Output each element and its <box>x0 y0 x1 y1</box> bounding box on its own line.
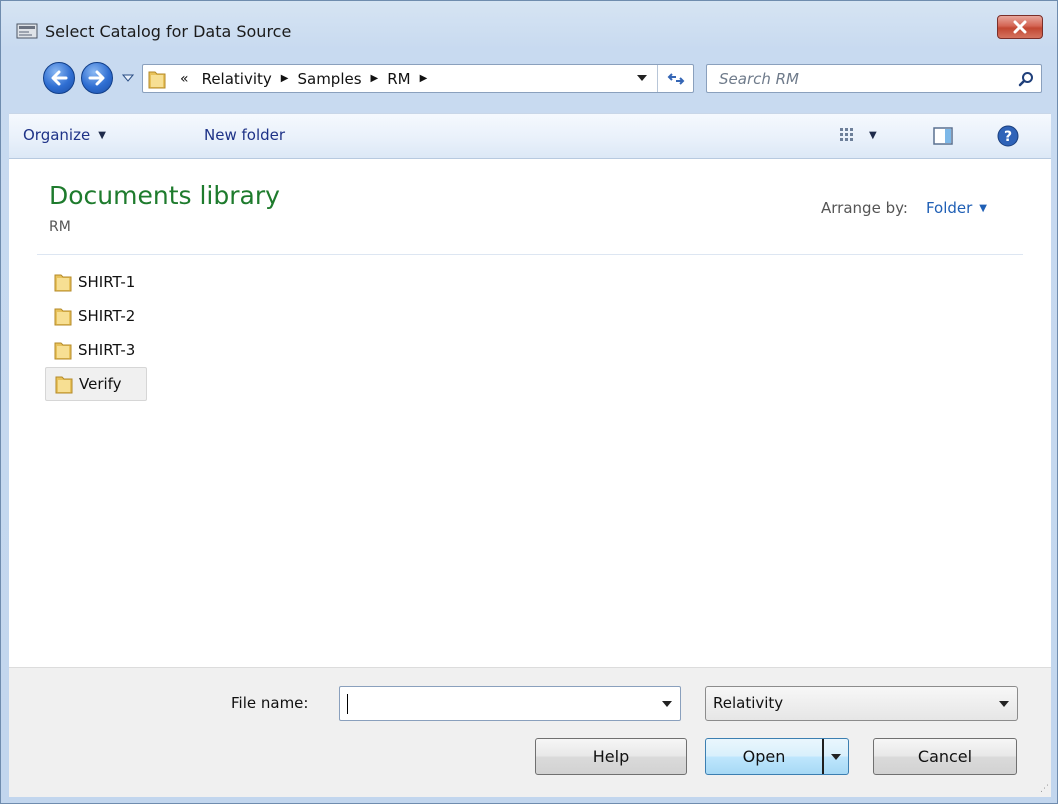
file-name: SHIRT-3 <box>78 341 136 359</box>
chevron-down-icon: ▼ <box>98 129 106 141</box>
folder-icon <box>54 308 72 326</box>
organize-menu[interactable]: Organize ▼ <box>23 126 106 144</box>
open-label: Open <box>742 747 786 766</box>
library-subtitle: RM <box>49 219 71 235</box>
arrange-label: Arrange by: <box>821 199 908 217</box>
file-name-dropdown-icon[interactable] <box>662 701 672 707</box>
change-view-button[interactable]: ▼ <box>839 127 877 143</box>
folder-icon <box>55 376 73 394</box>
organize-label: Organize <box>23 126 91 144</box>
dialog-window: Select Catalog for Data Source « Relativ… <box>0 0 1058 804</box>
open-button[interactable]: Open <box>705 738 849 775</box>
help-label: Help <box>592 747 630 766</box>
breadcrumb-samples[interactable]: Samples <box>297 70 361 88</box>
file-name-label: File name: <box>231 694 309 712</box>
help-button[interactable]: Help <box>535 738 687 775</box>
cancel-button[interactable]: Cancel <box>873 738 1017 775</box>
view-grid-icon <box>840 128 853 141</box>
folder-icon <box>54 342 72 360</box>
forward-button[interactable] <box>81 62 113 94</box>
forward-arrow-icon <box>88 70 105 86</box>
list-item[interactable]: SHIRT-1 <box>45 265 147 299</box>
navigation-bar: « Relativity ▶ Samples ▶ RM ▶ Search RM <box>1 59 1057 97</box>
new-folder-label: New folder <box>204 126 286 144</box>
preview-pane-icon <box>933 127 953 145</box>
search-box[interactable]: Search RM <box>706 64 1042 93</box>
refresh-icon <box>667 72 684 85</box>
file-name: SHIRT-1 <box>78 273 136 291</box>
file-name-input[interactable] <box>339 686 681 721</box>
folder-icon <box>54 274 72 292</box>
back-button[interactable] <box>43 62 75 94</box>
chevron-down-icon: ▼ <box>869 129 877 141</box>
breadcrumb-separator-icon[interactable]: ▶ <box>371 73 379 84</box>
list-item[interactable]: SHIRT-3 <box>45 333 147 367</box>
close-icon <box>1013 20 1027 34</box>
arrange-dropdown[interactable]: Folder ▼ <box>926 199 987 217</box>
file-list: SHIRT-1 SHIRT-2 SHIRT-3 Verify <box>45 265 147 401</box>
list-item[interactable]: SHIRT-2 <box>45 299 147 333</box>
breadcrumb-relativity[interactable]: Relativity <box>202 70 272 88</box>
file-type-value: Relativity <box>713 694 784 712</box>
back-arrow-icon <box>51 70 68 86</box>
command-toolbar: Organize ▼ New folder ▼ ? <box>9 113 1051 159</box>
arrange-value: Folder <box>925 199 973 217</box>
divider <box>37 254 1023 255</box>
resize-grip-icon[interactable]: ⋰ <box>1040 784 1049 794</box>
address-bar[interactable]: « Relativity ▶ Samples ▶ RM ▶ <box>142 64 694 93</box>
file-type-select[interactable]: Relativity <box>705 686 1018 721</box>
breadcrumb-overflow[interactable]: « <box>180 71 189 87</box>
file-name: Verify <box>79 375 122 393</box>
chevron-down-icon <box>999 701 1009 707</box>
refresh-button[interactable] <box>657 65 693 92</box>
content-pane: Documents library RM Arrange by: Folder … <box>9 159 1051 667</box>
window-title: Select Catalog for Data Source <box>45 22 292 41</box>
search-placeholder: Search RM <box>719 70 799 88</box>
app-icon <box>16 23 38 39</box>
library-title: Documents library <box>49 181 280 210</box>
title-bar[interactable]: Select Catalog for Data Source <box>1 1 1057 59</box>
recent-locations-dropdown-icon[interactable] <box>122 72 134 84</box>
breadcrumb-separator-icon[interactable]: ▶ <box>281 73 289 84</box>
address-dropdown-icon[interactable] <box>637 75 647 81</box>
breadcrumb-separator-icon[interactable]: ▶ <box>420 73 428 84</box>
breadcrumb: « Relativity ▶ Samples ▶ RM ▶ <box>180 70 436 88</box>
breadcrumb-rm[interactable]: RM <box>387 70 410 88</box>
preview-pane-button[interactable] <box>933 127 953 145</box>
new-folder-button[interactable]: New folder <box>204 126 285 144</box>
file-name: SHIRT-2 <box>78 307 136 325</box>
help-icon: ? <box>997 125 1019 147</box>
chevron-down-icon <box>831 753 841 760</box>
open-dropdown-button[interactable] <box>822 739 848 774</box>
list-item-selected[interactable]: Verify <box>45 367 147 401</box>
arrange-by: Arrange by: Folder ▼ <box>821 199 987 217</box>
bottom-panel: File name: Relativity Help Open Cancel ⋰ <box>9 667 1051 797</box>
close-button[interactable] <box>997 15 1043 39</box>
text-cursor <box>347 694 348 714</box>
svg-text:?: ? <box>1004 129 1012 145</box>
folder-icon <box>148 71 166 88</box>
chevron-down-icon: ▼ <box>979 202 987 214</box>
cancel-label: Cancel <box>917 747 973 766</box>
search-icon[interactable] <box>1018 71 1034 87</box>
help-icon-button[interactable]: ? <box>997 125 1019 147</box>
